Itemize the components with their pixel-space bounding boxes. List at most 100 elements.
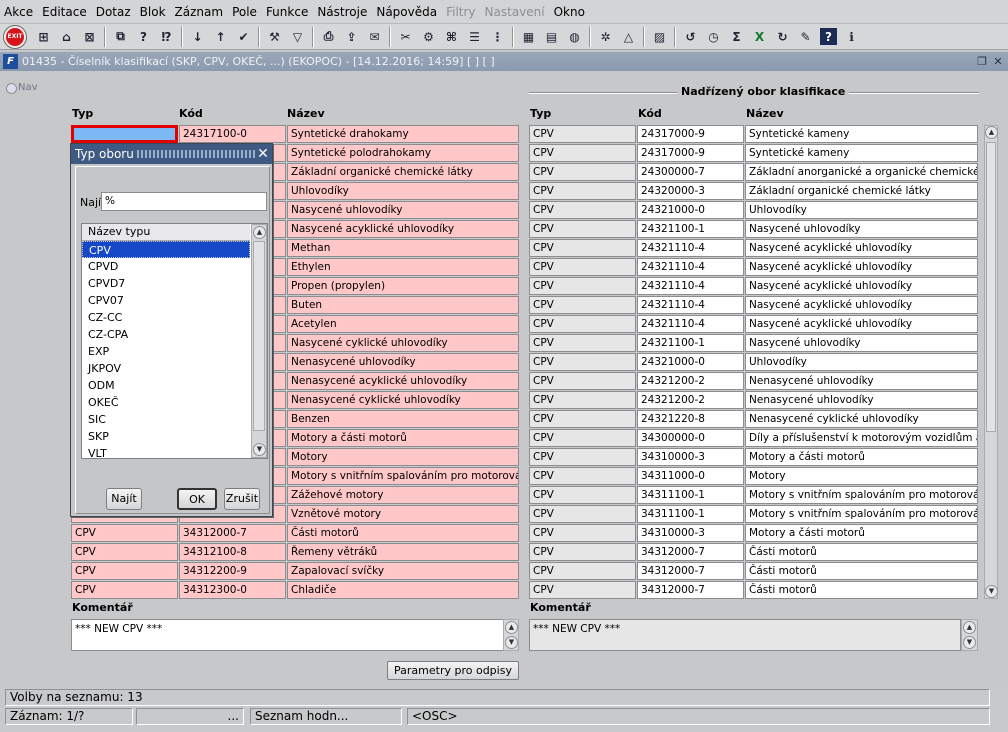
left-cell-kod[interactable]: 34312000-7 [179, 524, 286, 542]
info-icon[interactable]: ℹ [840, 26, 863, 48]
sort-asc-icon[interactable]: ↓ [186, 26, 209, 48]
dialog-ok-button[interactable]: OK [177, 488, 217, 510]
mail-icon[interactable]: ✉ [363, 26, 386, 48]
left-cell-nazev[interactable]: Uhlovodíky [287, 182, 519, 200]
dialog-list-item[interactable]: CZ-CPA [82, 326, 250, 343]
left-cell-typ[interactable]: CPV [71, 562, 178, 580]
restore-window-icon[interactable]: ❐ [974, 52, 990, 71]
dialog-list-item[interactable]: SIC [82, 411, 250, 428]
left-cell-nazev[interactable]: Nasycené uhlovodíky [287, 201, 519, 219]
left-cell-nazev[interactable]: Syntetické drahokamy [287, 125, 519, 143]
dialog-drag-handle[interactable] [137, 150, 255, 158]
cut-icon[interactable]: ✂ [394, 26, 417, 48]
left-cell-nazev[interactable]: Části motorů [287, 524, 519, 542]
dialog-list-item[interactable]: CPVD7 [82, 275, 250, 292]
left-cell-nazev[interactable]: Nenasycené acyklické uhlovodíky [287, 372, 519, 390]
left-cell-nazev[interactable]: Základní organické chemické látky [287, 163, 519, 181]
history-icon[interactable]: ↺ [679, 26, 702, 48]
question-icon[interactable]: ? [820, 28, 837, 45]
filter-icon[interactable]: ▽ [286, 26, 309, 48]
sort-desc-icon[interactable]: ↑ [209, 26, 232, 48]
help-tree-icon[interactable]: ⌘ [440, 26, 463, 48]
dialog-close-icon[interactable]: ✕ [256, 144, 270, 164]
sum-icon[interactable]: Σ [725, 26, 748, 48]
exit-button[interactable]: EXIT [4, 25, 26, 48]
config-icon[interactable]: ⚙ [417, 26, 440, 48]
right-scrollbar[interactable]: ▲ ▼ [984, 125, 998, 599]
params-button[interactable]: Parametry pro odpisy [387, 661, 519, 680]
settings-icon[interactable]: ✲ [594, 26, 617, 48]
dialog-list-item[interactable]: CZ-CC [82, 309, 250, 326]
right-comment-scrollbar[interactable]: ▲ ▼ [961, 619, 978, 651]
left-cell-nazev[interactable]: Zážehové motory [287, 486, 519, 504]
left-cell-nazev[interactable]: Propen (propylen) [287, 277, 519, 295]
image-icon[interactable]: ▨ [648, 26, 671, 48]
globe-icon[interactable]: ◍ [563, 26, 586, 48]
nav-tab[interactable]: Nav [4, 79, 42, 96]
menu-item-1[interactable]: Editace [42, 5, 87, 19]
left-cell-typ[interactable]: CPV [71, 543, 178, 561]
menu-item-7[interactable]: Nástroje [317, 5, 367, 19]
left-cell-nazev[interactable]: Vznětové motory [287, 505, 519, 523]
left-comment-field[interactable]: *** NEW CPV *** [71, 619, 504, 651]
menu-item-4[interactable]: Záznam [175, 5, 224, 19]
dialog-list-item[interactable]: ODM [82, 377, 250, 394]
dialog-scroll-up-icon[interactable]: ▲ [253, 226, 266, 239]
execute-query-icon[interactable]: ⁉ [155, 26, 178, 48]
left-cell-kod[interactable]: 34312300-0 [179, 581, 286, 599]
calendar-icon[interactable]: ▦ [517, 26, 540, 48]
menu-item-2[interactable]: Dotaz [96, 5, 131, 19]
left-cell-nazev[interactable]: Methan [287, 239, 519, 257]
dialog-list-item[interactable]: CPV [82, 241, 250, 258]
refresh-icon[interactable]: ↻ [771, 26, 794, 48]
menu-item-6[interactable]: Funkce [266, 5, 308, 19]
print-icon[interactable]: ⎙ [317, 26, 340, 48]
left-cell-kod[interactable]: 34312100-8 [179, 543, 286, 561]
query-icon[interactable]: ? [132, 26, 155, 48]
left-cell-nazev[interactable]: Syntetické polodrahokamy [287, 144, 519, 162]
left-cell-typ[interactable]: CPV [71, 581, 178, 599]
menu-item-8[interactable]: Nápověda [376, 5, 437, 19]
save-record-icon[interactable]: ⌂ [55, 26, 78, 48]
left-comment-scrollbar[interactable]: ▲ ▼ [503, 619, 519, 651]
menu-item-11[interactable]: Okno [554, 5, 585, 19]
document-icon[interactable]: ▤ [540, 26, 563, 48]
excel-icon[interactable]: X [748, 26, 771, 48]
menu-item-10[interactable]: Nastavení [485, 5, 545, 19]
left-cell-nazev[interactable]: Motory [287, 448, 519, 466]
delete-record-icon[interactable]: ⊠ [78, 26, 101, 48]
left-cell-nazev[interactable]: Nasycené cyklické uhlovodíky [287, 334, 519, 352]
dialog-scroll-thumb[interactable] [253, 241, 265, 431]
comment-scroll-up-icon[interactable]: ▲ [505, 621, 518, 634]
dialog-find-button[interactable]: Najít [106, 488, 142, 510]
copy-record-icon[interactable]: ⧉ [109, 26, 132, 48]
left-cell-nazev[interactable]: Benzen [287, 410, 519, 428]
dialog-list-item[interactable]: CPVD [82, 258, 250, 275]
accept-icon[interactable]: ✔ [232, 26, 255, 48]
dialog-list-item[interactable]: CPV07 [82, 292, 250, 309]
export-icon[interactable]: ⇪ [340, 26, 363, 48]
scroll-thumb[interactable] [986, 142, 996, 432]
left-cell-nazev[interactable]: Acetylen [287, 315, 519, 333]
left-cell-nazev[interactable]: Chladiče [287, 581, 519, 599]
menu-item-5[interactable]: Pole [232, 5, 257, 19]
triangle-icon[interactable]: △ [617, 26, 640, 48]
clock-icon[interactable]: ◷ [702, 26, 725, 48]
comment-scroll-down-icon[interactable]: ▼ [505, 636, 518, 649]
left-cell-nazev[interactable]: Motory s vnitřním spalováním pro motorov… [287, 467, 519, 485]
left-cell-typ[interactable] [71, 125, 178, 143]
scroll-down-icon[interactable]: ▼ [985, 585, 998, 598]
dialog-list-item[interactable]: OKEČ [82, 394, 250, 411]
close-window-icon[interactable]: ✕ [990, 52, 1006, 71]
dialog-cancel-button[interactable]: Zrušit [224, 488, 260, 510]
left-cell-typ[interactable]: CPV [71, 524, 178, 542]
dialog-search-input[interactable]: % [101, 192, 267, 211]
dialog-list-scrollbar[interactable]: ▲ ▼ [251, 224, 267, 458]
tools2-icon[interactable]: ✎ [794, 26, 817, 48]
menu-item-3[interactable]: Blok [140, 5, 166, 19]
insert-record-icon[interactable]: ⊞ [32, 26, 55, 48]
dialog-list-item[interactable]: VLT [82, 445, 250, 462]
scroll-up-icon[interactable]: ▲ [985, 126, 998, 139]
left-cell-nazev[interactable]: Řemeny větráků [287, 543, 519, 561]
left-cell-nazev[interactable]: Nenasycené uhlovodíky [287, 353, 519, 371]
